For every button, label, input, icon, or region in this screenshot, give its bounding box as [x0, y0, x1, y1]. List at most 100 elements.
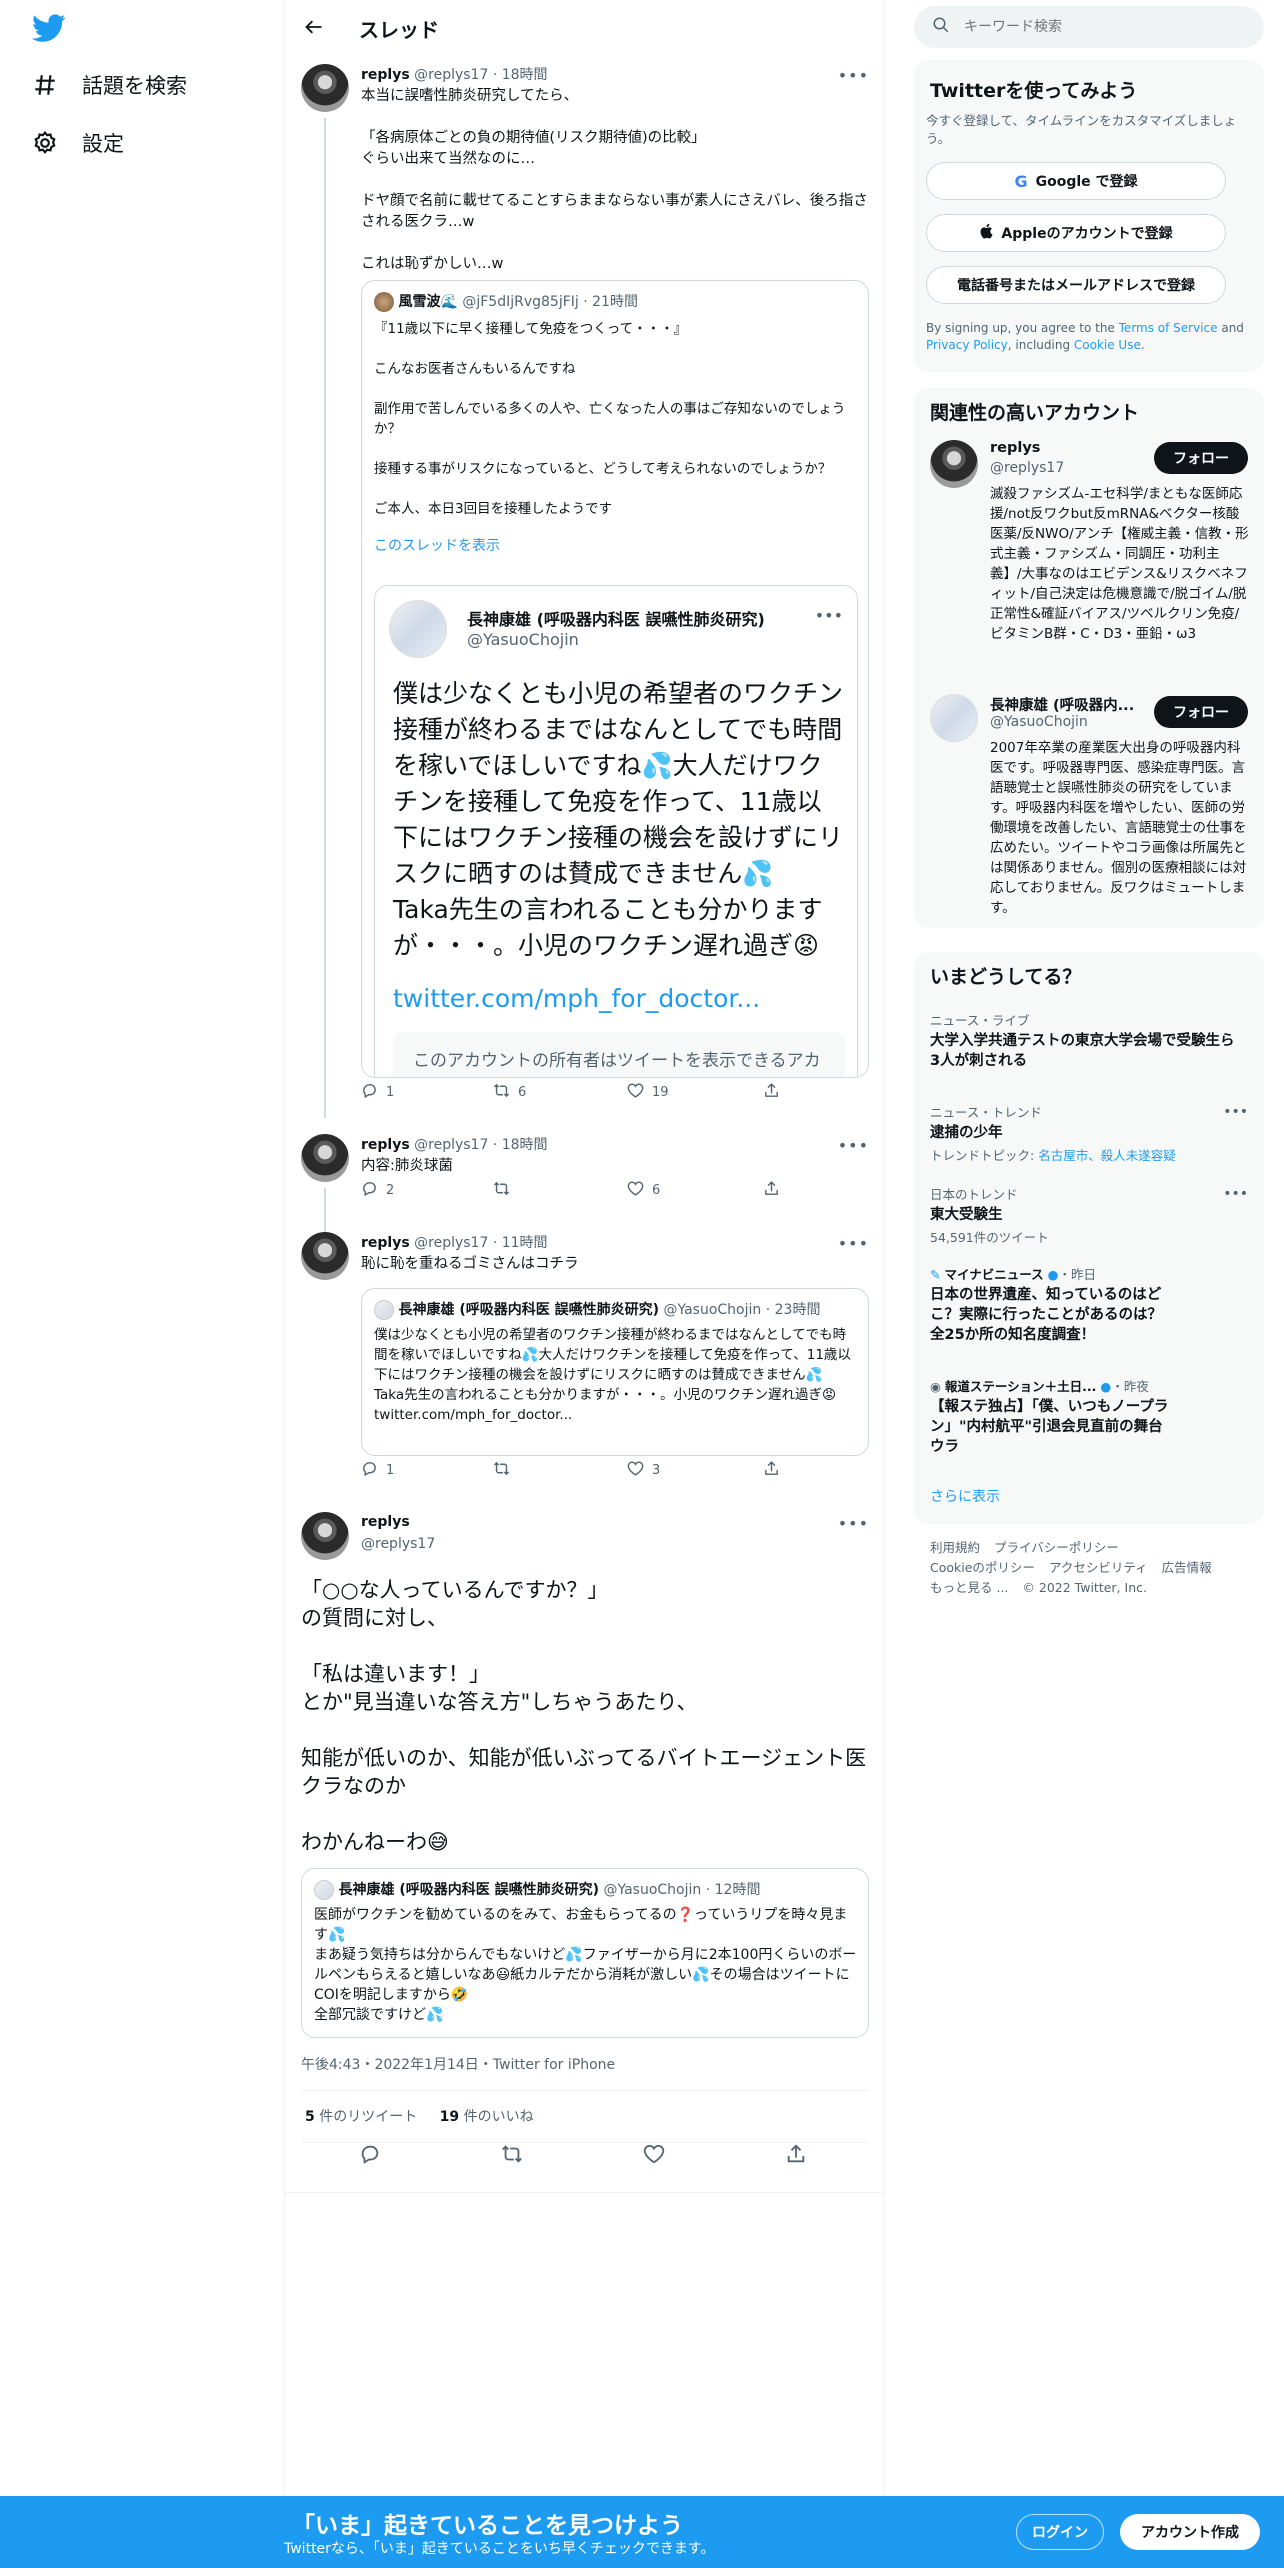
trend-tweet-count: 54,591件のツイート — [930, 1230, 1049, 1245]
footer-more-link[interactable]: もっと見る ... — [930, 1580, 1008, 1595]
terms-text: By signing up, you agree to the Terms of… — [926, 320, 1256, 354]
show-thread-link[interactable]: このスレッドを表示 — [374, 535, 500, 555]
news-item[interactable]: ◉ 報道ステーション＋土日... ●・昨夜 【報ステ独占】「僕、いつもノープラン… — [930, 1376, 1240, 1457]
more-options-icon[interactable]: ••• — [838, 1514, 869, 1533]
avatar[interactable] — [301, 64, 349, 112]
embed-link[interactable]: twitter.com/mph_for_doctor... — [393, 984, 760, 1013]
tweet-author-handle[interactable]: @replys17 — [361, 1536, 435, 1552]
share-button[interactable] — [763, 1180, 780, 1201]
phone-email-signup-button[interactable]: 電話番号またはメールアドレスで登録 — [926, 266, 1226, 304]
reply-button[interactable]: 1 — [361, 1082, 394, 1103]
more-options-icon[interactable]: ••• — [838, 66, 869, 85]
search-input[interactable] — [964, 19, 1234, 35]
tweet-author-name[interactable]: replys — [361, 1235, 410, 1251]
follow-button[interactable]: フォロー — [1154, 442, 1248, 474]
share-button[interactable] — [763, 1082, 780, 1103]
tweet-time[interactable]: 11時間 — [502, 1235, 548, 1251]
more-options-icon[interactable]: ••• — [838, 1136, 869, 1155]
tweet-author-name[interactable]: replys — [361, 1137, 410, 1153]
tweet-time[interactable]: 18時間 — [502, 67, 548, 83]
trend-item[interactable]: 日本のトレンド 東大受験生 54,591件のツイート — [930, 1184, 1240, 1246]
embed-text: 僕は少なくとも小児の希望者のワクチン接種が終わるまではなんとしてでも時間を稼いで… — [393, 679, 844, 960]
focused-tweet[interactable]: replys @replys17 ••• 「○○な人っているんですか？」 の質問… — [301, 1512, 869, 2192]
footer-link[interactable]: アクセシビリティ — [1049, 1560, 1148, 1575]
back-arrow-icon[interactable] — [299, 12, 329, 42]
like-button[interactable]: 6 — [627, 1180, 660, 1201]
thread-tweet[interactable]: replys @replys17 · 11時間 ••• 恥に恥を重ねるゴミさんは… — [301, 1232, 869, 1492]
cookie-link[interactable]: Cookie Use — [1074, 338, 1141, 352]
account-handle[interactable]: @replys17 — [990, 460, 1064, 476]
nav-explore[interactable]: 話題を検索 — [30, 70, 187, 100]
account-name[interactable]: 長神康雄 (呼吸器内... — [990, 694, 1134, 715]
avatar[interactable] — [301, 1134, 349, 1182]
tweet-author-handle[interactable]: @replys17 — [414, 67, 488, 83]
retweet-button[interactable] — [501, 2143, 523, 2169]
trend-item[interactable]: ニュース・ライブ 大学入学共通テストの東京大学会場で受験生ら3人が刺される — [930, 1010, 1240, 1071]
retweet-button[interactable]: 6 — [493, 1082, 526, 1103]
thread-tweet[interactable]: replys @replys17 · 18時間 ••• 本当に誤嗜性肺炎研究して… — [301, 64, 869, 1118]
trend-topic-link[interactable]: 名古屋市、殺人未遂容疑 — [1038, 1148, 1176, 1163]
privacy-link[interactable]: Privacy Policy — [926, 338, 1008, 352]
login-button[interactable]: ログイン — [1016, 2514, 1104, 2550]
terms-link[interactable]: Terms of Service — [1119, 321, 1218, 335]
avatar[interactable] — [930, 694, 978, 742]
avatar[interactable] — [301, 1512, 349, 1560]
tweet-author-name[interactable]: replys — [361, 1514, 410, 1530]
follow-button[interactable]: フォロー — [1154, 696, 1248, 728]
twitter-logo-icon[interactable] — [32, 14, 66, 44]
nav-settings[interactable]: 設定 — [30, 128, 124, 158]
verified-badge-icon: ● — [1047, 1267, 1059, 1282]
tweet-author-handle[interactable]: @replys17 — [414, 1137, 488, 1153]
divider — [301, 2142, 869, 2143]
more-options-icon[interactable]: ••• — [815, 606, 843, 625]
account-name[interactable]: replys — [990, 440, 1040, 456]
google-signup-button[interactable]: G Google で登録 — [926, 162, 1226, 200]
reply-button[interactable] — [359, 2143, 381, 2169]
share-button[interactable] — [785, 2143, 807, 2169]
search-box[interactable] — [914, 6, 1264, 48]
show-more-link[interactable]: さらに表示 — [930, 1486, 1000, 1506]
apple-icon — [979, 223, 993, 243]
footer-link[interactable]: 利用規約 — [930, 1540, 980, 1555]
embedded-tweet[interactable]: 長神康雄 (呼吸器内科医 誤嚥性肺炎研究) @YasuoChojin ••• 僕… — [374, 585, 858, 1077]
apple-signup-button[interactable]: Appleのアカウントで登録 — [926, 214, 1226, 252]
more-options-icon[interactable]: ••• — [838, 1234, 869, 1253]
avatar[interactable] — [301, 1232, 349, 1280]
retweet-button[interactable] — [493, 1180, 518, 1201]
retweet-icon — [501, 2143, 523, 2169]
quote-tweet[interactable]: 長神康雄 (呼吸器内科医 誤嚥性肺炎研究) @YasuoChojin · 23時… — [361, 1288, 869, 1456]
like-button[interactable] — [643, 2143, 665, 2169]
tweet-author-handle[interactable]: @replys17 — [414, 1235, 488, 1251]
quote-tweet[interactable]: 長神康雄 (呼吸器内科医 誤嚥性肺炎研究) @YasuoChojin · 12時… — [301, 1868, 869, 2038]
like-stat[interactable]: 19 件のいいね — [440, 2109, 534, 2125]
account-item[interactable]: replys @replys17 フォロー 滅殺ファシズム-エセ科学/まともな医… — [914, 440, 1264, 690]
retweet-button[interactable] — [493, 1460, 518, 1481]
tweet-author-name[interactable]: replys — [361, 67, 410, 83]
quote-tweet[interactable]: 風雪波🌊 @jF5dIjRvg85jFIj · 21時間 『11歳以下に早く接種… — [361, 280, 869, 1078]
tweet-time[interactable]: 18時間 — [502, 1137, 548, 1153]
signup-button[interactable]: アカウント作成 — [1120, 2514, 1260, 2550]
share-icon — [785, 2143, 807, 2169]
share-button[interactable] — [763, 1460, 780, 1481]
more-options-icon[interactable]: ••• — [1223, 1186, 1248, 1202]
reply-button[interactable]: 2 — [361, 1180, 394, 1201]
retweet-stat[interactable]: 5 件のリツイート — [305, 2109, 417, 2125]
avatar[interactable] — [930, 440, 978, 488]
trend-item[interactable]: ニュース・トレンド 逮捕の少年 トレンドトピック: 名古屋市、殺人未遂容疑 — [930, 1102, 1240, 1164]
footer-link[interactable]: プライバシーポリシー — [994, 1540, 1119, 1555]
footer-link[interactable]: Cookieのポリシー — [930, 1560, 1035, 1575]
reply-button[interactable]: 1 — [361, 1460, 394, 1481]
thread-tweet[interactable]: replys @replys17 · 18時間 ••• 内容:肺炎球菌 2 6 — [301, 1134, 869, 1258]
news-time: ・昨日 — [1058, 1267, 1097, 1282]
main-column: スレッド replys @replys17 · 18時間 ••• 本当に誤嗜性肺… — [284, 0, 885, 2500]
account-item[interactable]: 長神康雄 (呼吸器内... @YasuoChojin フォロー 2007年卒業の… — [914, 694, 1264, 924]
tweet-timestamp[interactable]: 午後4:43・2022年1月14日・Twitter for iPhone — [301, 2054, 615, 2074]
like-button[interactable]: 19 — [627, 1082, 669, 1103]
more-options-icon[interactable]: ••• — [1223, 1104, 1248, 1120]
like-button[interactable]: 3 — [627, 1460, 660, 1481]
search-icon — [932, 16, 950, 38]
news-item[interactable]: ✎ マイナビニュース ●・昨日 日本の世界遺産、知っているのはどこ？実際に行った… — [930, 1264, 1240, 1345]
account-handle[interactable]: @YasuoChojin — [990, 714, 1088, 730]
footer-link[interactable]: 広告情報 — [1162, 1560, 1212, 1575]
embed-author-handle: @YasuoChojin — [467, 630, 579, 649]
